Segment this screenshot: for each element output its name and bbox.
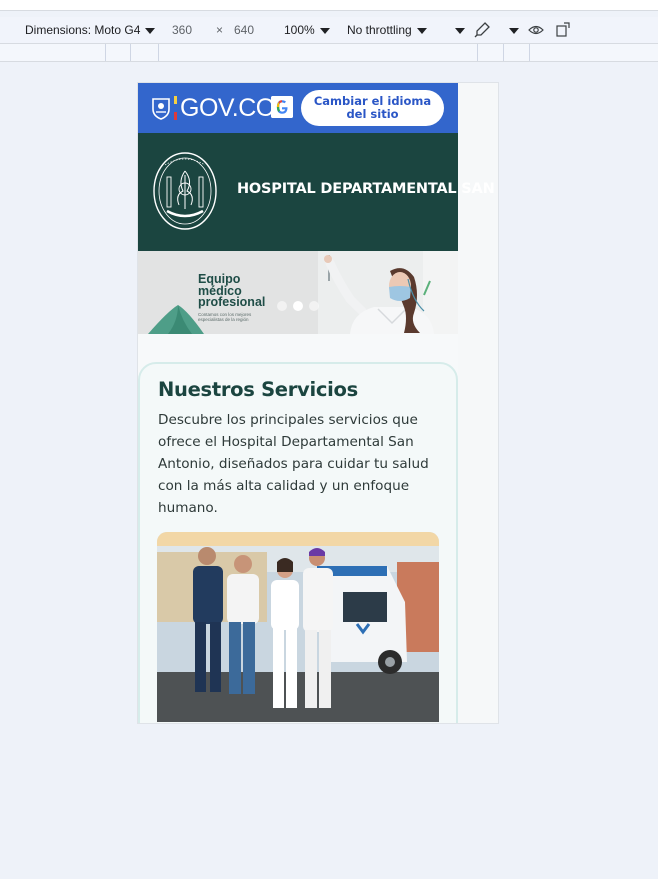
hero-banner-carousel[interactable]: Equipo médico profesional Contamos con l… bbox=[138, 251, 458, 334]
viewport-margin bbox=[458, 83, 498, 723]
carousel-dot-1[interactable] bbox=[277, 301, 287, 311]
hospital-name: HOSPITAL DEPARTAMENTAL SAN A bbox=[237, 181, 498, 197]
services-title: Nuestros Servicios bbox=[158, 378, 358, 401]
times-separator: × bbox=[216, 23, 224, 37]
gov-co-logo-text[interactable]: GOV.CO bbox=[180, 94, 275, 122]
width-input[interactable]: 360 bbox=[172, 23, 192, 37]
picker-dropdown[interactable] bbox=[504, 23, 519, 37]
media-query-ruler bbox=[0, 44, 658, 62]
doctor-photo bbox=[138, 251, 458, 334]
zoom-label: 100% bbox=[284, 23, 315, 37]
carousel-dot-2[interactable] bbox=[293, 301, 303, 311]
colombia-shield-icon bbox=[152, 98, 170, 120]
services-card: Nuestros Servicios Descubre los principa… bbox=[138, 362, 458, 723]
dimensions-dropdown[interactable]: Dimensions: Moto G4 bbox=[25, 23, 156, 37]
more-options-dropdown[interactable] bbox=[450, 23, 465, 37]
dimensions-label: Dimensions: Moto G4 bbox=[25, 23, 141, 37]
chevron-down-icon bbox=[319, 27, 330, 34]
devtools-top-strip bbox=[0, 0, 658, 11]
height-input[interactable]: 640 bbox=[234, 23, 254, 37]
services-description: Descubre los principales servicios que o… bbox=[158, 412, 429, 516]
rotate-device-icon[interactable] bbox=[554, 21, 572, 39]
eye-icon[interactable] bbox=[527, 21, 545, 39]
banner-title-line: profesional bbox=[198, 295, 266, 309]
zoom-dropdown[interactable]: 100% bbox=[284, 23, 330, 37]
hospital-seal-logo[interactable] bbox=[153, 151, 217, 231]
hospital-header: HOSPITAL DEPARTAMENTAL SAN A bbox=[138, 133, 498, 251]
color-picker-icon[interactable] bbox=[473, 21, 491, 39]
google-translate-icon[interactable] bbox=[271, 96, 293, 118]
flag-separator bbox=[174, 96, 177, 120]
device-toolbar: Dimensions: Moto G4 360 × 640 100% No th… bbox=[0, 17, 658, 44]
change-language-button[interactable]: Cambiar el idioma del sitio bbox=[301, 90, 444, 126]
chevron-down-icon bbox=[509, 27, 519, 34]
gov-co-bar: GOV.CO Cambiar el idioma del sitio bbox=[138, 83, 458, 133]
chevron-down-icon bbox=[145, 27, 156, 34]
chevron-down-icon bbox=[455, 27, 465, 34]
throttling-label: No throttling bbox=[347, 23, 412, 37]
medical-team-photo bbox=[157, 532, 439, 722]
device-viewport: GOV.CO Cambiar el idioma del sitio HOSPI… bbox=[138, 83, 498, 723]
throttling-dropdown[interactable]: No throttling bbox=[347, 23, 427, 37]
banner-subtitle: Contamos con los mejores especialistas d… bbox=[198, 312, 252, 322]
banner-title: Equipo médico profesional bbox=[198, 273, 266, 309]
carousel-dot-3[interactable] bbox=[309, 301, 319, 311]
chevron-down-icon bbox=[416, 27, 427, 34]
